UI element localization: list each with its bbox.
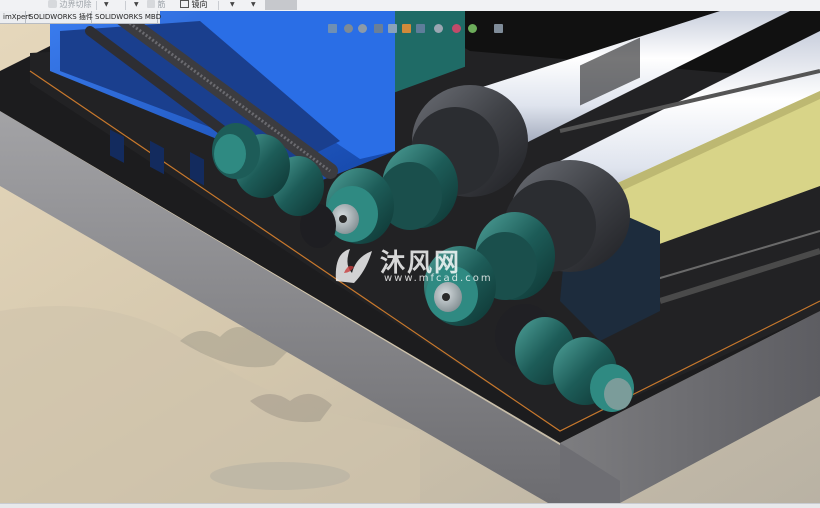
chevron-down-icon[interactable]: ▼ <box>134 1 139 8</box>
rib-icon <box>147 0 155 8</box>
watermark-url: www.mfcad.com <box>384 273 493 284</box>
chevron-down-icon[interactable]: ▼ <box>251 1 256 8</box>
apply-scene-icon[interactable] <box>468 24 477 33</box>
tab-solidworks-addins[interactable]: SOLIDWORKS 插件 <box>26 11 93 23</box>
boundary-cut-icon <box>48 0 57 8</box>
watermark: 沐风网 www.mfcad.com <box>330 243 500 289</box>
view-settings-icon[interactable] <box>494 24 503 33</box>
tab-solidworks-mbd[interactable]: SOLIDWORKS MBD <box>92 11 161 23</box>
zoom-to-fit-icon[interactable] <box>328 24 337 33</box>
watermark-logo-icon <box>335 249 372 283</box>
mirror-button[interactable]: 镜向 <box>180 0 208 11</box>
heads-up-view-toolbar <box>328 23 538 35</box>
previous-view-icon[interactable] <box>358 24 367 33</box>
dynamic-annotation-icon[interactable] <box>388 24 397 33</box>
chevron-down-icon[interactable]: ▼ <box>104 1 109 8</box>
graphics-viewport[interactable]: 沐风网 www.mfcad.com <box>0 11 820 503</box>
hide-show-items-icon[interactable] <box>434 24 443 33</box>
status-bar <box>0 503 820 508</box>
edit-appearance-icon[interactable] <box>452 24 461 33</box>
boundary-cut-button[interactable]: 边界切除 <box>48 0 92 11</box>
zoom-area-icon[interactable] <box>344 24 353 33</box>
tab-simxpert[interactable]: imXpert <box>0 11 31 23</box>
chevron-down-icon[interactable]: ▼ <box>230 1 235 8</box>
mirror-icon <box>180 0 189 8</box>
active-toolbar-button[interactable] <box>265 0 297 10</box>
command-manager-tabs: imXpert SOLIDWORKS 插件 SOLIDWORKS MBD <box>0 11 161 24</box>
display-style-icon[interactable] <box>416 24 425 33</box>
rib-button[interactable]: 筋 <box>147 0 166 11</box>
view-orientation-icon[interactable] <box>402 24 411 33</box>
section-view-icon[interactable] <box>374 24 383 33</box>
toolbar-separator <box>125 1 126 10</box>
toolbar-separator <box>218 1 219 10</box>
toolbar-separator <box>96 1 97 10</box>
